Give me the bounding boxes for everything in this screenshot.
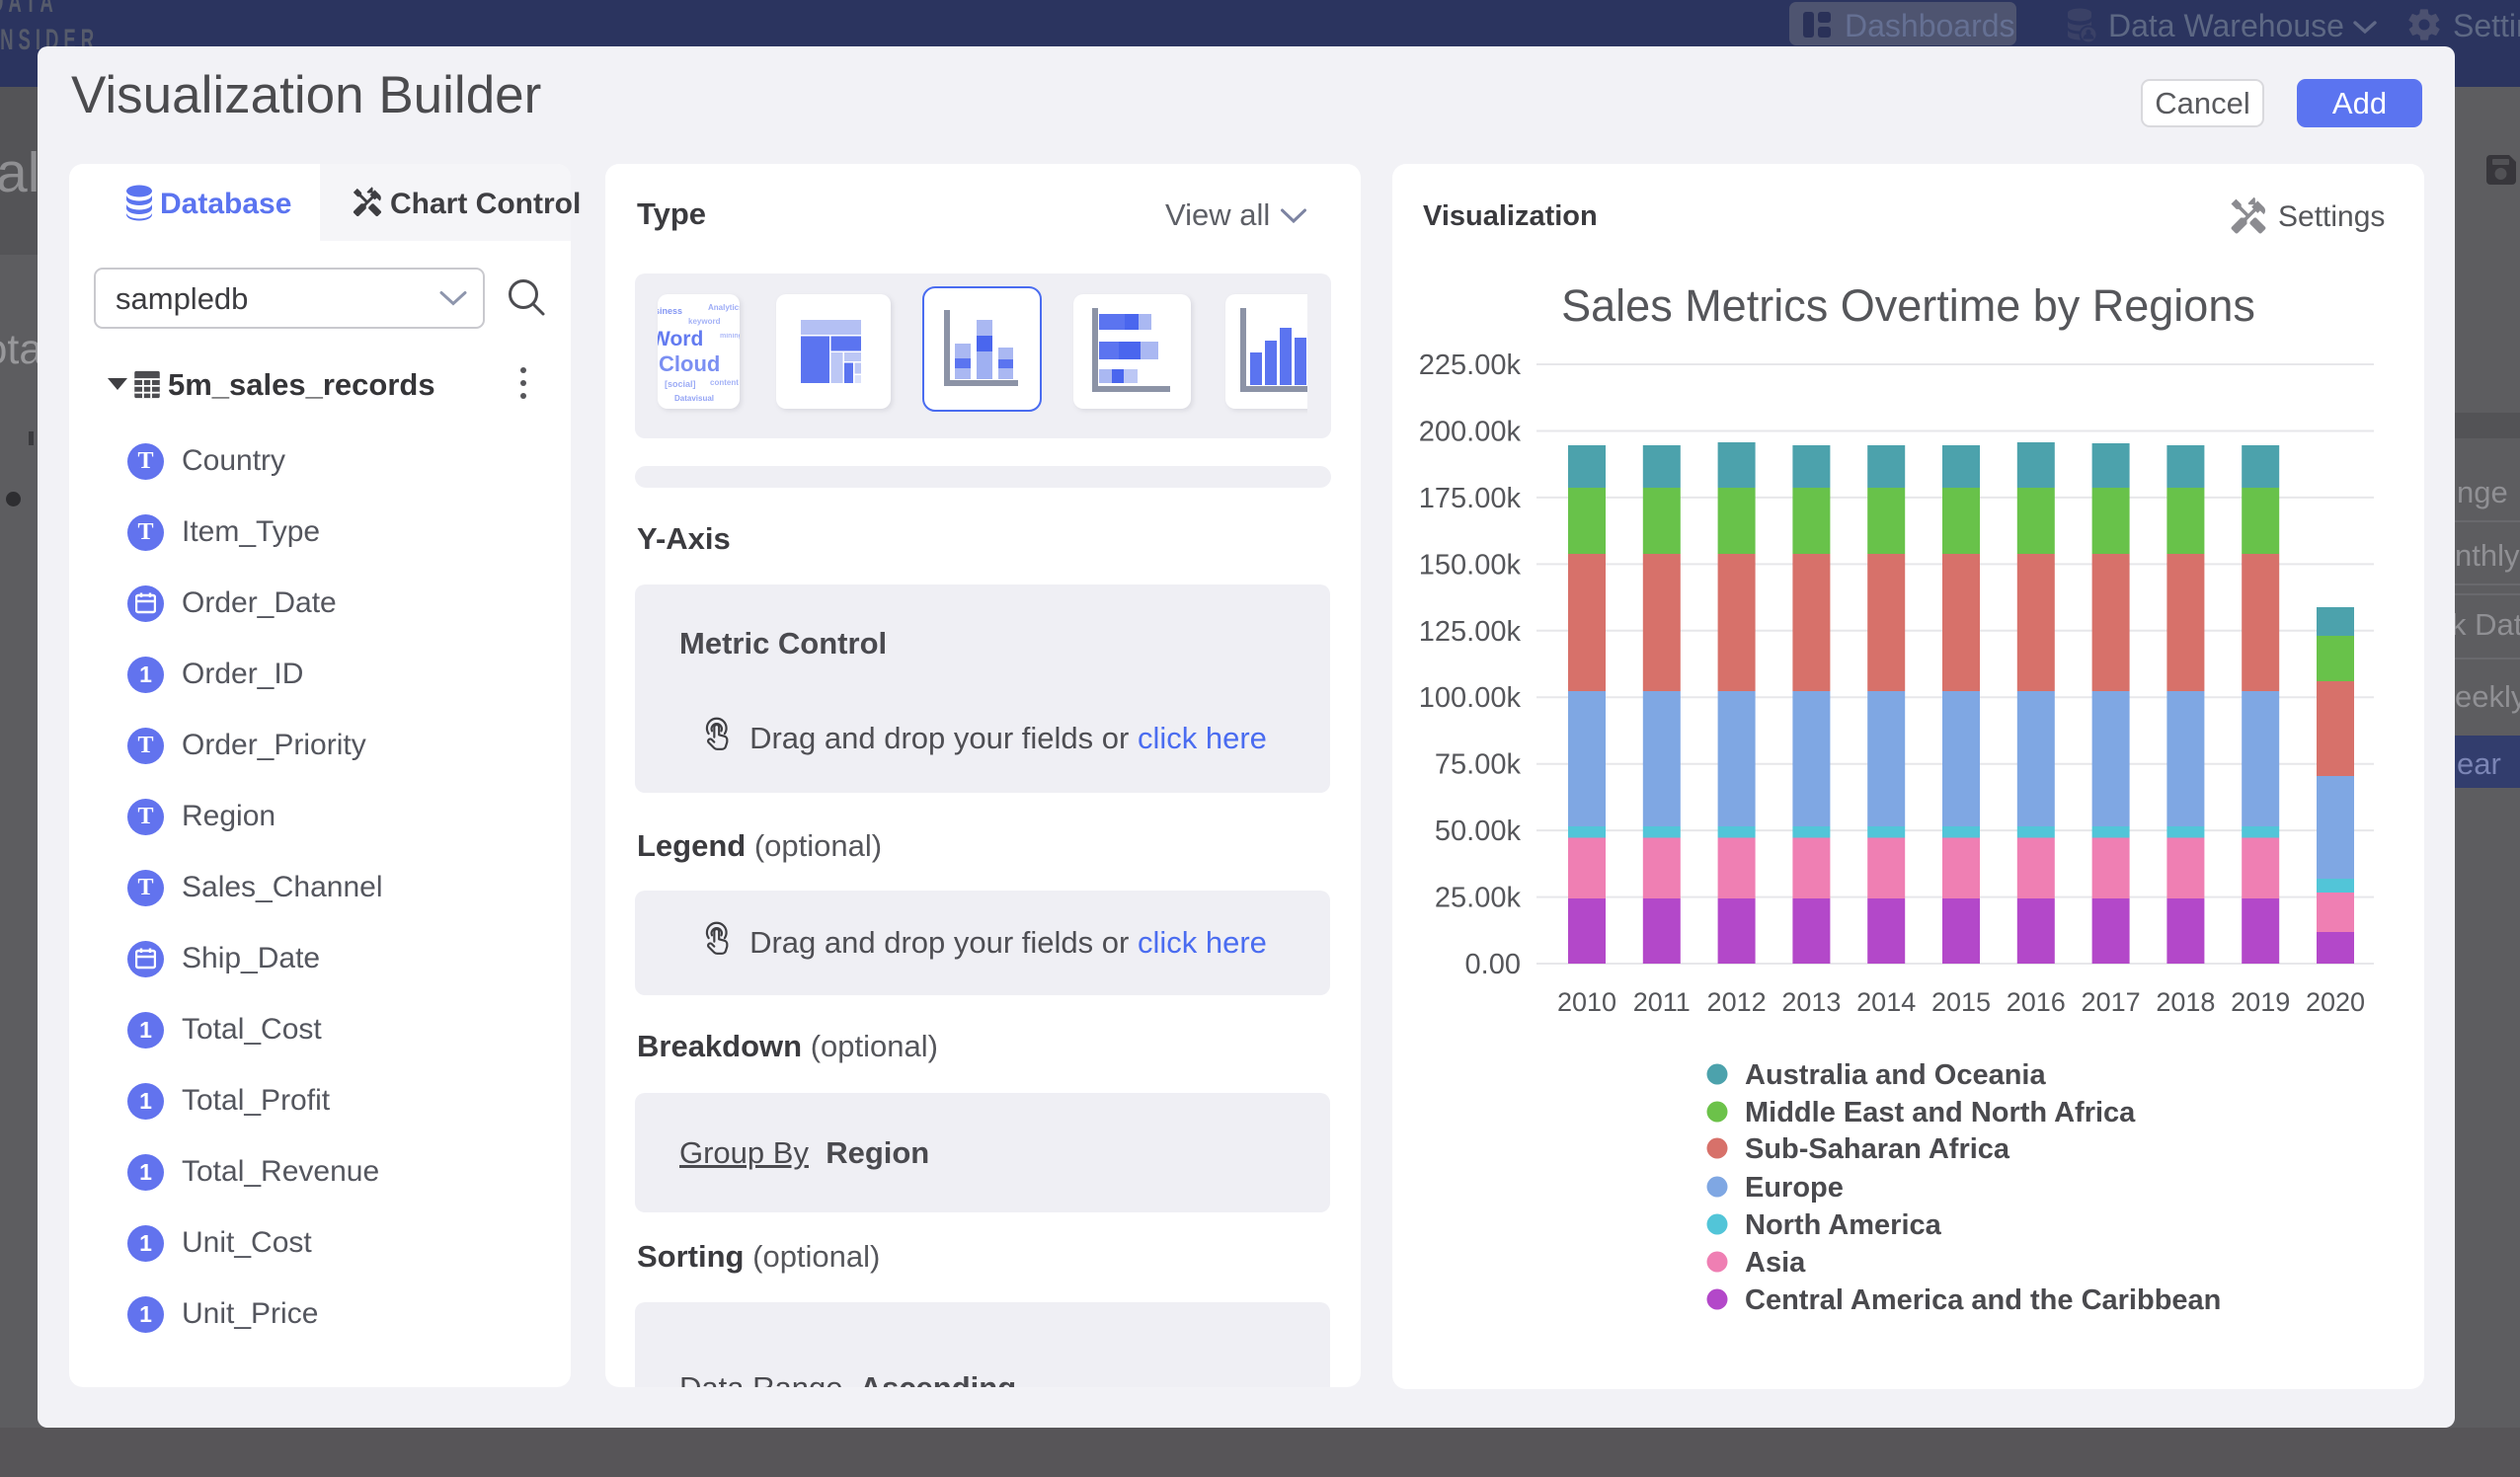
svg-text:2014: 2014 xyxy=(1856,987,1916,1017)
svg-text:Word: Word xyxy=(658,328,703,350)
svg-text:content: content xyxy=(710,378,739,387)
svg-text:2016: 2016 xyxy=(2007,987,2066,1017)
svg-text:200.00k: 200.00k xyxy=(1419,417,1522,448)
svg-text:2010: 2010 xyxy=(1557,987,1616,1017)
svg-text:125.00k: 125.00k xyxy=(1419,616,1522,648)
svg-text:2012: 2012 xyxy=(1707,987,1767,1017)
svg-text:2017: 2017 xyxy=(2082,987,2141,1017)
svg-text:2013: 2013 xyxy=(1781,987,1841,1017)
svg-text:keyword: keyword xyxy=(688,317,721,326)
svg-text:Central America and the Caribb: Central America and the Caribbean xyxy=(1745,1284,2221,1316)
svg-text:2020: 2020 xyxy=(2306,987,2365,1017)
svg-text:150.00k: 150.00k xyxy=(1419,549,1522,581)
svg-text:25.00k: 25.00k xyxy=(1435,883,1522,914)
svg-text:Datavisual: Datavisual xyxy=(674,394,714,403)
svg-text:225.00k: 225.00k xyxy=(1419,350,1522,381)
svg-text:2015: 2015 xyxy=(1931,987,1991,1017)
svg-text:75.00k: 75.00k xyxy=(1435,749,1522,781)
svg-text:2018: 2018 xyxy=(2156,987,2215,1017)
svg-text:Middle East and North Africa: Middle East and North Africa xyxy=(1745,1097,2136,1128)
svg-text:175.00k: 175.00k xyxy=(1419,483,1522,514)
svg-text:Sub-Saharan Africa: Sub-Saharan Africa xyxy=(1745,1133,2010,1165)
svg-text:50.00k: 50.00k xyxy=(1435,816,1522,847)
svg-text:Cloud: Cloud xyxy=(659,351,720,376)
svg-text:100.00k: 100.00k xyxy=(1419,682,1522,714)
svg-text:[social]: [social] xyxy=(665,379,696,389)
svg-text:Europe: Europe xyxy=(1745,1172,1844,1204)
svg-text:2019: 2019 xyxy=(2231,987,2290,1017)
svg-text:2011: 2011 xyxy=(1633,987,1691,1017)
svg-text:Analytics: Analytics xyxy=(708,303,740,312)
svg-text:Australia and Oceania: Australia and Oceania xyxy=(1745,1059,2046,1091)
svg-text:mining: mining xyxy=(720,333,740,340)
svg-text:siness: siness xyxy=(658,306,682,316)
svg-text:North America: North America xyxy=(1745,1209,1942,1241)
svg-text:0.00: 0.00 xyxy=(1465,949,1521,980)
svg-text:Asia: Asia xyxy=(1745,1247,1806,1279)
